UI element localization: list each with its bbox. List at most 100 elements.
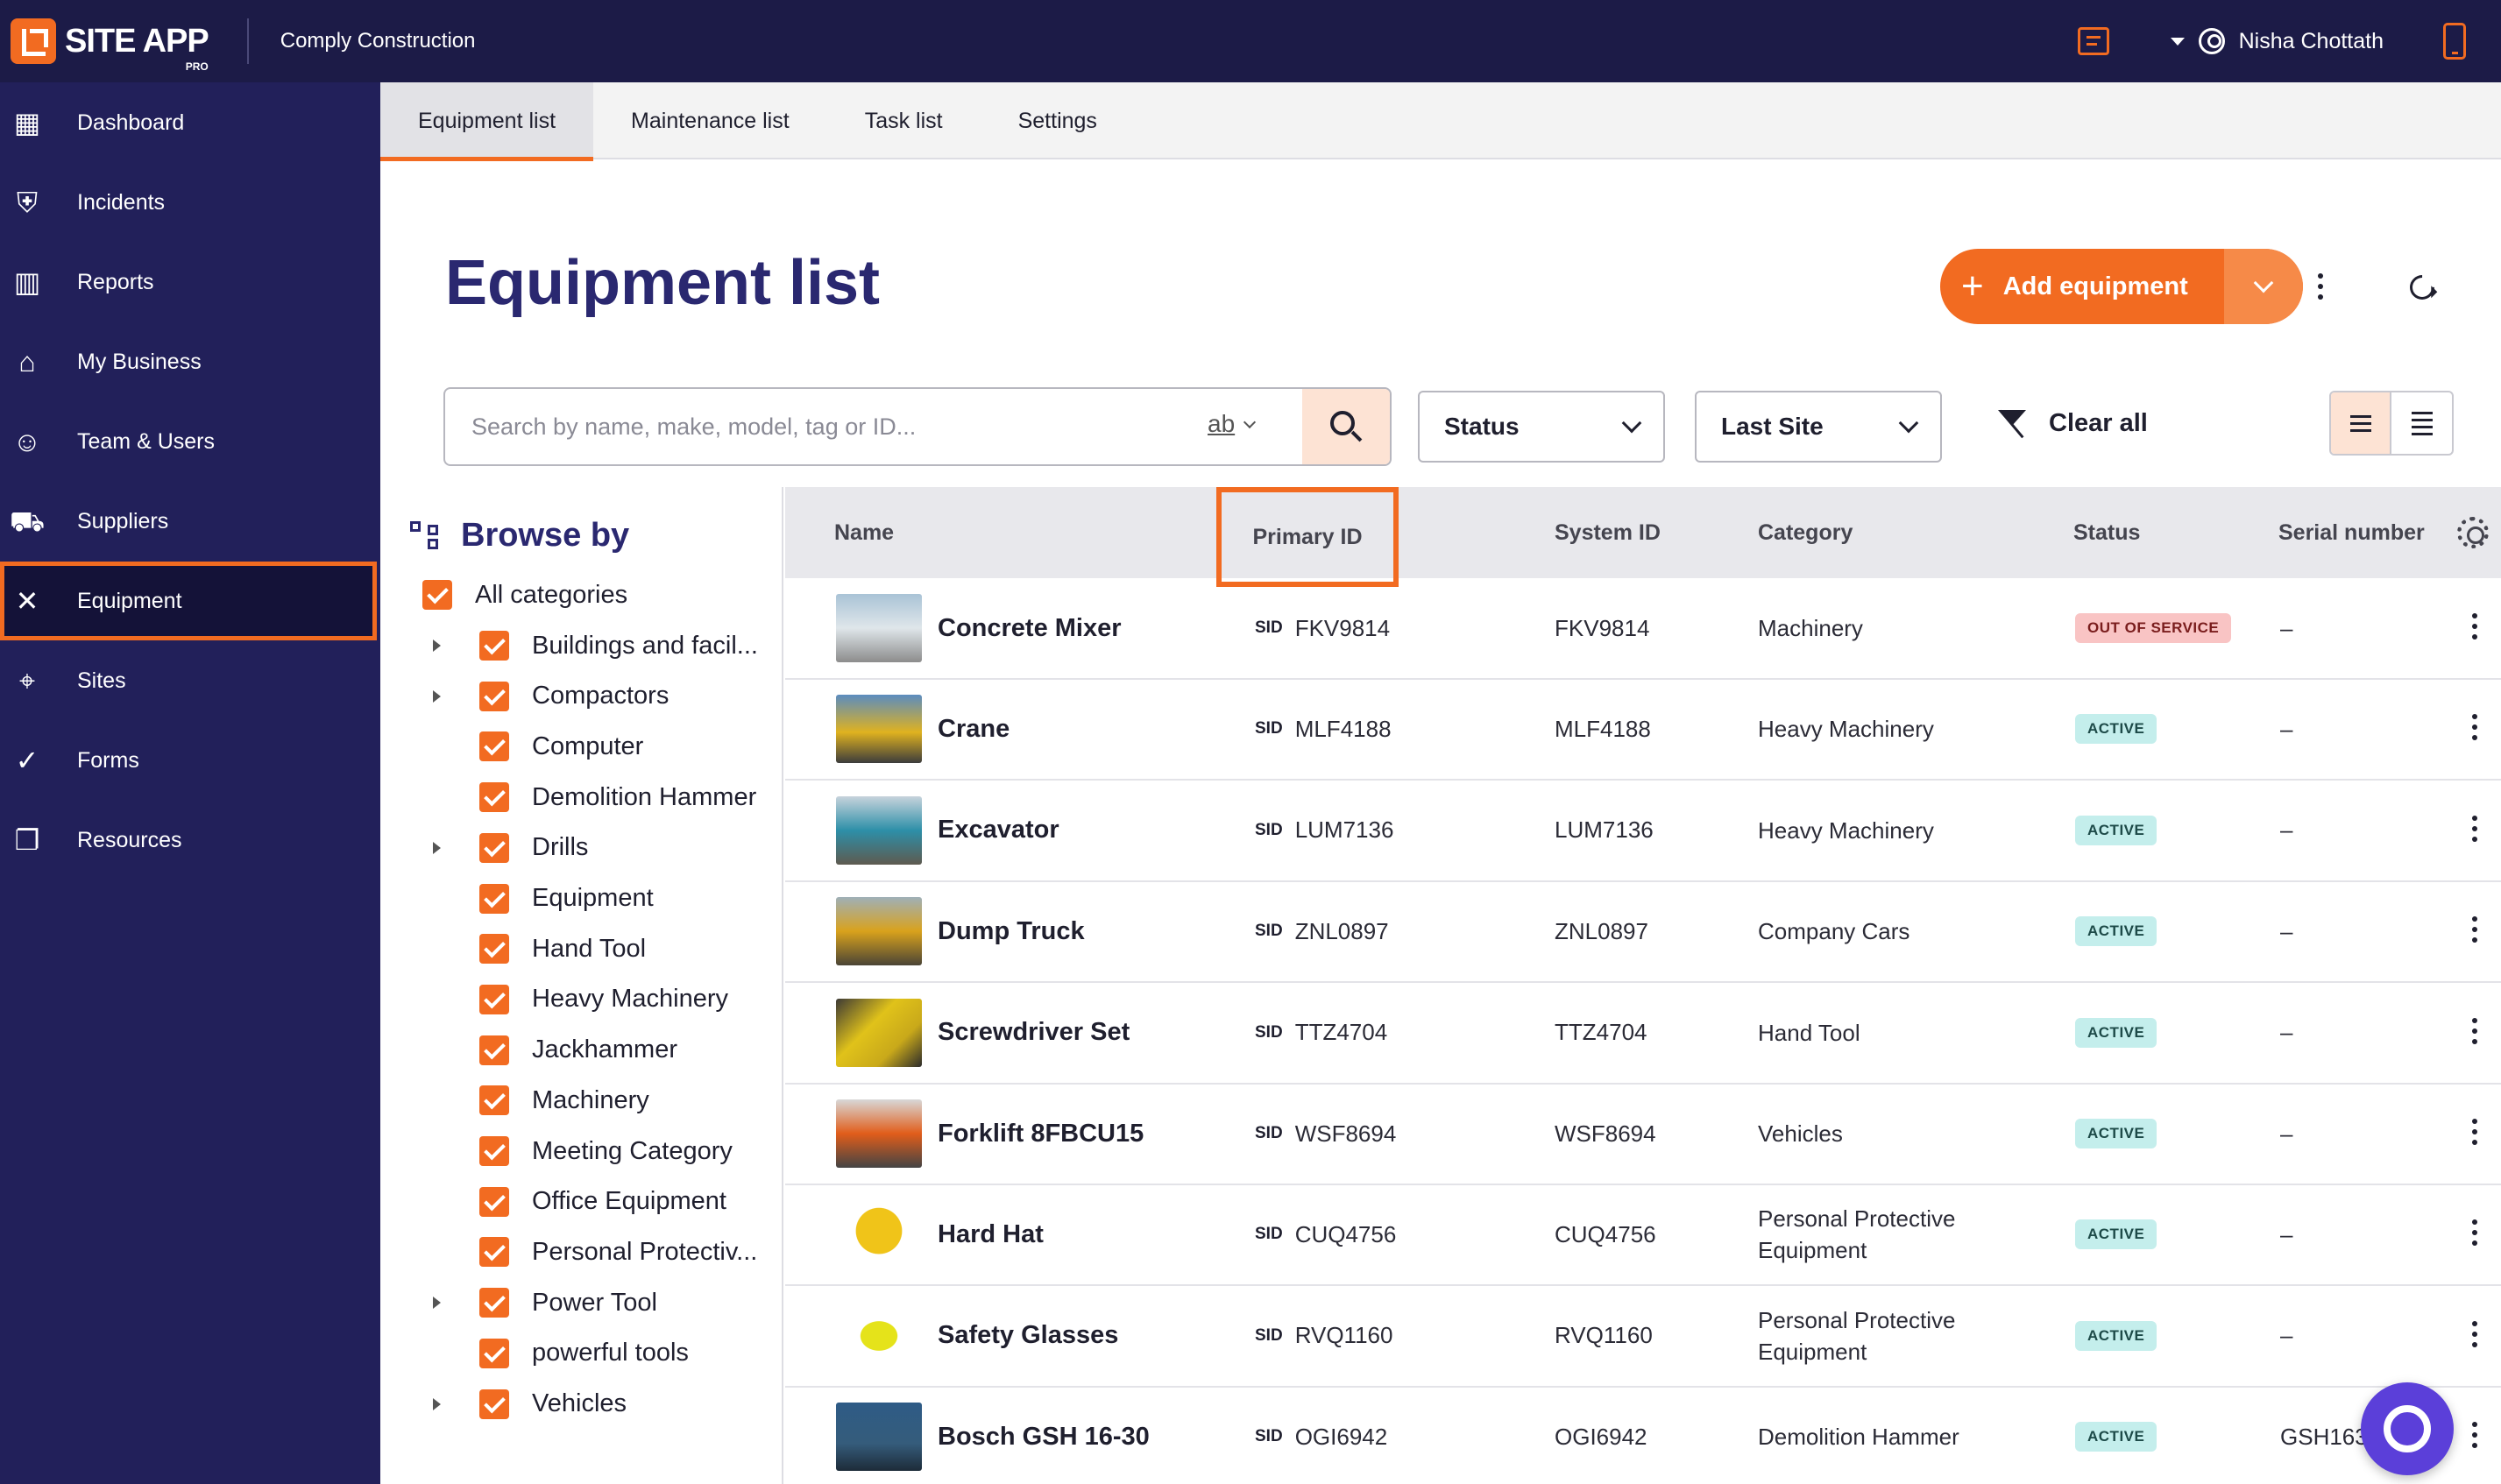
- site-filter-select[interactable]: Last Site: [1695, 391, 1942, 463]
- row-more-options-icon[interactable]: [2471, 613, 2478, 640]
- category-item[interactable]: Equipment: [433, 873, 654, 924]
- site-app-logo[interactable]: SITE APP PRO: [11, 11, 209, 73]
- checkbox-checked-icon[interactable]: [479, 1186, 509, 1217]
- add-equipment-button[interactable]: + Add equipment: [1940, 249, 2303, 324]
- user-name[interactable]: Nisha Chottath: [2239, 29, 2384, 54]
- tab-maintenance-list[interactable]: Maintenance list: [593, 82, 827, 159]
- sidebar-item-equipment[interactable]: ✕ Equipment: [0, 562, 377, 640]
- sidebar-item-sites[interactable]: ⌖ Sites: [0, 641, 380, 720]
- category-item[interactable]: Jackhammer: [433, 1025, 677, 1076]
- table-row[interactable]: Bosch GSH 16-30 SID OGI6942 OGI6942 Demoliti…: [785, 1387, 2501, 1484]
- messages-icon[interactable]: [2077, 27, 2109, 55]
- column-header-primary-id[interactable]: Primary ID: [1216, 487, 1399, 587]
- equipment-thumbnail[interactable]: [836, 1403, 922, 1472]
- category-all[interactable]: All categories: [422, 569, 627, 620]
- category-item[interactable]: Vehicles: [433, 1379, 627, 1430]
- table-row[interactable]: Excavator SID LUM7136 LUM7136 Heavy Machiner…: [785, 781, 2501, 882]
- table-row[interactable]: Crane SID MLF4188 MLF4188 Heavy Machinery ACT…: [785, 679, 2501, 781]
- table-row[interactable]: Hard Hat SID CUQ4756 CUQ4756 Personal Protec…: [785, 1184, 2501, 1287]
- organization-name[interactable]: Comply Construction: [280, 29, 476, 53]
- search-input[interactable]: [471, 413, 1155, 441]
- category-item[interactable]: Buildings and facil...: [433, 620, 758, 671]
- expand-arrow-icon[interactable]: [433, 1297, 441, 1310]
- equipment-thumbnail[interactable]: [836, 695, 922, 764]
- category-item[interactable]: Heavy Machinery: [433, 974, 728, 1025]
- mobile-app-icon[interactable]: [2443, 23, 2466, 60]
- checkbox-checked-icon[interactable]: [479, 1237, 509, 1268]
- checkbox-checked-icon[interactable]: [479, 1085, 509, 1116]
- table-row[interactable]: Concrete Mixer SID FKV9814 FKV9814 Machinery…: [785, 578, 2501, 680]
- table-row[interactable]: Safety Glasses SID RVQ1160 RVQ1160 Personal …: [785, 1286, 2501, 1388]
- account-dropdown-caret-icon[interactable]: [2170, 37, 2185, 46]
- category-item[interactable]: powerful tools: [433, 1328, 689, 1379]
- column-header-status[interactable]: Status: [2073, 487, 2140, 578]
- detailed-list-view-button[interactable]: [2331, 392, 2392, 454]
- checkbox-checked-icon[interactable]: [479, 1136, 509, 1166]
- category-item[interactable]: Meeting Category: [433, 1126, 733, 1177]
- equipment-name-cell[interactable]: Hard Hat: [836, 1184, 1044, 1284]
- equipment-thumbnail[interactable]: [836, 594, 922, 662]
- row-more-options-icon[interactable]: [2471, 1320, 2478, 1347]
- checkbox-checked-icon[interactable]: [479, 1338, 509, 1368]
- match-mode-toggle[interactable]: ab: [1208, 410, 1257, 438]
- row-more-options-icon[interactable]: [2471, 1017, 2478, 1044]
- equipment-thumbnail[interactable]: [836, 1301, 922, 1370]
- category-item[interactable]: Personal Protectiv...: [433, 1226, 757, 1277]
- column-header-serial-number[interactable]: Serial number: [2278, 487, 2425, 578]
- sidebar-item-forms[interactable]: ✓ Forms: [0, 721, 380, 800]
- row-more-options-icon[interactable]: [2471, 1119, 2478, 1145]
- equipment-thumbnail[interactable]: [836, 998, 922, 1067]
- category-item[interactable]: Power Tool: [433, 1277, 657, 1328]
- compact-list-view-button[interactable]: [2391, 392, 2452, 454]
- table-row[interactable]: Forklift 8FBCU15 SID WSF8694 WSF8694 Vehicle…: [785, 1084, 2501, 1185]
- row-more-options-icon[interactable]: [2471, 714, 2478, 741]
- checkbox-checked-icon[interactable]: [479, 782, 509, 813]
- category-item[interactable]: Compactors: [433, 671, 669, 722]
- equipment-name-cell[interactable]: Bosch GSH 16-30: [836, 1387, 1150, 1484]
- sidebar-item-reports[interactable]: ▥ Reports: [0, 243, 380, 322]
- checkbox-checked-icon[interactable]: [479, 984, 509, 1014]
- checkbox-checked-icon[interactable]: [479, 731, 509, 762]
- checkbox-checked-icon[interactable]: [479, 1389, 509, 1419]
- equipment-name-cell[interactable]: Screwdriver Set: [836, 983, 1130, 1083]
- category-item[interactable]: Hand Tool: [433, 923, 646, 974]
- table-row[interactable]: Screwdriver Set SID TTZ4704 TTZ4704 Hand Too…: [785, 983, 2501, 1085]
- category-item[interactable]: Computer: [433, 721, 643, 772]
- sidebar-item-incidents[interactable]: ⛨ Incidents: [0, 163, 380, 242]
- expand-arrow-icon[interactable]: [433, 841, 441, 854]
- checkbox-checked-icon[interactable]: [479, 1288, 509, 1318]
- row-more-options-icon[interactable]: [2471, 815, 2478, 842]
- tab-task-list[interactable]: Task list: [827, 82, 981, 159]
- equipment-name-cell[interactable]: Safety Glasses: [836, 1286, 1118, 1386]
- add-options-dropdown-button[interactable]: [2224, 249, 2303, 324]
- sidebar-item-team-users[interactable]: ☺ Team & Users: [0, 402, 380, 481]
- more-options-icon[interactable]: [2317, 273, 2324, 300]
- equipment-name-cell[interactable]: Excavator: [836, 781, 1059, 880]
- search-button[interactable]: [1302, 389, 1390, 464]
- row-more-options-icon[interactable]: [2471, 1219, 2478, 1247]
- help-chat-button[interactable]: [2361, 1382, 2454, 1475]
- tab-settings[interactable]: Settings: [981, 82, 1135, 159]
- category-item[interactable]: Office Equipment: [433, 1177, 726, 1227]
- sidebar-item-my-business[interactable]: ⌂ My Business: [0, 322, 380, 401]
- column-settings-gear-icon[interactable]: [2457, 517, 2489, 548]
- status-filter-select[interactable]: Status: [1418, 391, 1665, 463]
- equipment-thumbnail[interactable]: [836, 1200, 922, 1269]
- sidebar-item-resources[interactable]: ❐ Resources: [0, 801, 380, 880]
- category-item[interactable]: Machinery: [433, 1075, 649, 1126]
- equipment-thumbnail[interactable]: [836, 795, 922, 865]
- row-more-options-icon[interactable]: [2471, 1422, 2478, 1449]
- sidebar-item-suppliers[interactable]: ⛟ Suppliers: [0, 482, 380, 561]
- checkbox-checked-icon[interactable]: [422, 580, 452, 610]
- column-header-system-id[interactable]: System ID: [1555, 487, 1661, 578]
- refresh-icon[interactable]: [2405, 270, 2440, 305]
- checkbox-checked-icon[interactable]: [479, 631, 509, 661]
- clear-all-filters-button[interactable]: Clear all: [1998, 408, 2148, 438]
- sidebar-item-dashboard[interactable]: ▦ Dashboard: [0, 83, 380, 162]
- checkbox-checked-icon[interactable]: [479, 883, 509, 914]
- column-header-name[interactable]: Name: [834, 487, 894, 578]
- row-more-options-icon[interactable]: [2471, 916, 2478, 943]
- table-row[interactable]: Dump Truck SID ZNL0897 ZNL0897 Company Cars A…: [785, 881, 2501, 984]
- category-item[interactable]: Demolition Hammer: [433, 772, 756, 823]
- expand-arrow-icon[interactable]: [433, 640, 441, 652]
